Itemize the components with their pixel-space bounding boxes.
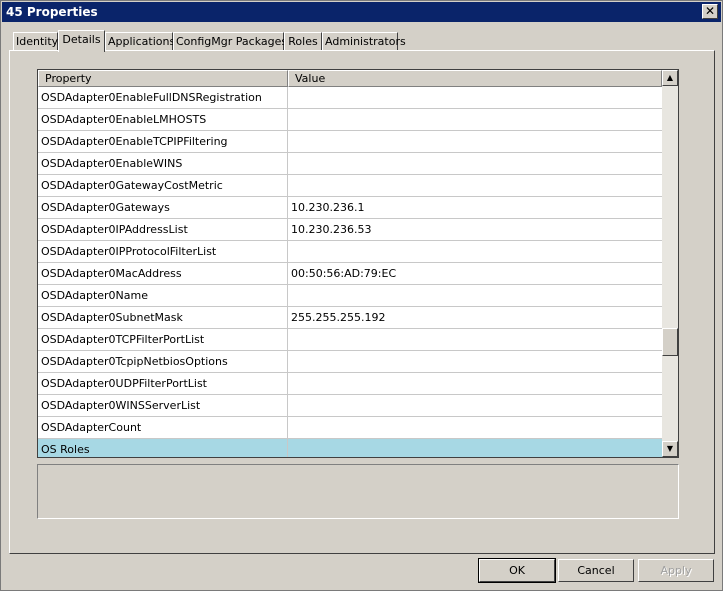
- table-row[interactable]: OSDAdapter0EnableFullDNSRegistration: [38, 87, 662, 109]
- vertical-scrollbar[interactable]: ▲ ▼: [662, 70, 678, 457]
- cancel-button[interactable]: Cancel: [558, 559, 634, 582]
- table-row[interactable]: OSDAdapterCount: [38, 417, 662, 439]
- column-header-property[interactable]: Property: [38, 70, 288, 87]
- description-box: [37, 464, 679, 519]
- value-cell: [288, 153, 662, 175]
- value-cell: [288, 131, 662, 153]
- tab-roles[interactable]: Roles: [284, 32, 322, 51]
- table-row[interactable]: OSDAdapter0TCPFilterPortList: [38, 329, 662, 351]
- scroll-up-button[interactable]: ▲: [662, 70, 678, 86]
- property-cell: OSDAdapter0EnableFullDNSRegistration: [38, 87, 288, 109]
- value-cell: [288, 439, 662, 457]
- property-cell: OSDAdapter0UDPFilterPortList: [38, 373, 288, 395]
- list-header: Property Value: [38, 70, 662, 87]
- tab-configmgr-packages[interactable]: ConfigMgr Packages: [173, 32, 287, 51]
- arrow-up-icon: ▲: [666, 73, 674, 82]
- value-cell: [288, 175, 662, 197]
- table-row[interactable]: OSDAdapter0MacAddress 00:50:56:AD:79:EC: [38, 263, 662, 285]
- list-rows: OSDAdapter0EnableFullDNSRegistration OSDA…: [38, 87, 662, 457]
- property-cell: OSDAdapter0EnableLMHOSTS: [38, 109, 288, 131]
- value-cell: [288, 351, 662, 373]
- value-cell: [288, 109, 662, 131]
- value-cell: [288, 329, 662, 351]
- value-cell: [288, 285, 662, 307]
- value-cell: [288, 241, 662, 263]
- property-cell: OSDAdapter0EnableWINS: [38, 153, 288, 175]
- scroll-thumb[interactable]: [662, 328, 678, 356]
- close-icon: ✕: [704, 4, 716, 18]
- properties-dialog: 45 Properties ✕ Identity Details Applica…: [0, 0, 723, 591]
- value-cell: 00:50:56:AD:79:EC: [291, 267, 397, 280]
- table-row[interactable]: OSDAdapter0Gateways 10.230.236.1: [38, 197, 662, 219]
- window-title: 45 Properties: [6, 5, 98, 19]
- table-row[interactable]: OSDAdapter0SubnetMask 255.255.255.192: [38, 307, 662, 329]
- value-cell: [288, 417, 662, 439]
- tab-identity[interactable]: Identity: [13, 32, 58, 51]
- property-cell: OSDAdapter0TCPFilterPortList: [38, 329, 288, 351]
- table-row[interactable]: OSDAdapter0UDPFilterPortList: [38, 373, 662, 395]
- table-row[interactable]: OSDAdapter0IPAddressList 10.230.236.53: [38, 219, 662, 241]
- property-cell: OSDAdapter0MacAddress: [38, 263, 288, 285]
- value-cell: 10.230.236.1: [291, 201, 365, 214]
- property-cell: OSDAdapter0IPAddressList: [38, 219, 288, 241]
- close-button[interactable]: ✕: [702, 4, 718, 19]
- properties-list[interactable]: Property Value OSDAdapter0EnableFullDNSR…: [37, 69, 679, 458]
- value-cell: [288, 373, 662, 395]
- column-header-value[interactable]: Value: [288, 70, 662, 87]
- value-cell: [288, 395, 662, 417]
- ok-button[interactable]: OK: [478, 558, 556, 583]
- title-bar[interactable]: 45 Properties ✕: [2, 2, 721, 22]
- table-row[interactable]: OS Roles: [38, 439, 662, 457]
- apply-button[interactable]: Apply: [638, 559, 714, 582]
- table-row[interactable]: OSDAdapter0EnableLMHOSTS: [38, 109, 662, 131]
- property-cell: OSDAdapter0WINSServerList: [38, 395, 288, 417]
- tab-details[interactable]: Details: [58, 30, 105, 52]
- table-row[interactable]: OSDAdapter0WINSServerList: [38, 395, 662, 417]
- tab-administrators[interactable]: Administrators: [322, 32, 406, 51]
- table-row[interactable]: OSDAdapter0TcpipNetbiosOptions: [38, 351, 662, 373]
- value-cell: 10.230.236.53: [291, 223, 372, 236]
- table-row[interactable]: OSDAdapter0Name: [38, 285, 662, 307]
- tab-applications[interactable]: Applications: [105, 32, 175, 51]
- property-cell: OSDAdapter0IPProtocolFilterList: [38, 241, 288, 263]
- value-cell: [288, 87, 662, 109]
- property-cell: OSDAdapter0GatewayCostMetric: [38, 175, 288, 197]
- arrow-down-icon: ▼: [666, 444, 674, 453]
- property-cell: OSDAdapter0SubnetMask: [38, 307, 288, 329]
- table-row[interactable]: OSDAdapter0IPProtocolFilterList: [38, 241, 662, 263]
- property-cell: OSDAdapterCount: [38, 417, 288, 439]
- table-row[interactable]: OSDAdapter0GatewayCostMetric: [38, 175, 662, 197]
- property-cell: OSDAdapter0Name: [38, 285, 288, 307]
- property-cell: OSDAdapter0EnableTCPIPFiltering: [38, 131, 288, 153]
- property-cell: OSDAdapter0TcpipNetbiosOptions: [38, 351, 288, 373]
- property-cell: OSDAdapter0Gateways: [38, 197, 288, 219]
- value-cell: 255.255.255.192: [291, 311, 386, 324]
- table-row[interactable]: OSDAdapter0EnableTCPIPFiltering: [38, 131, 662, 153]
- property-cell: OS Roles: [38, 439, 288, 457]
- scroll-down-button[interactable]: ▼: [662, 441, 678, 457]
- table-row[interactable]: OSDAdapter0EnableWINS: [38, 153, 662, 175]
